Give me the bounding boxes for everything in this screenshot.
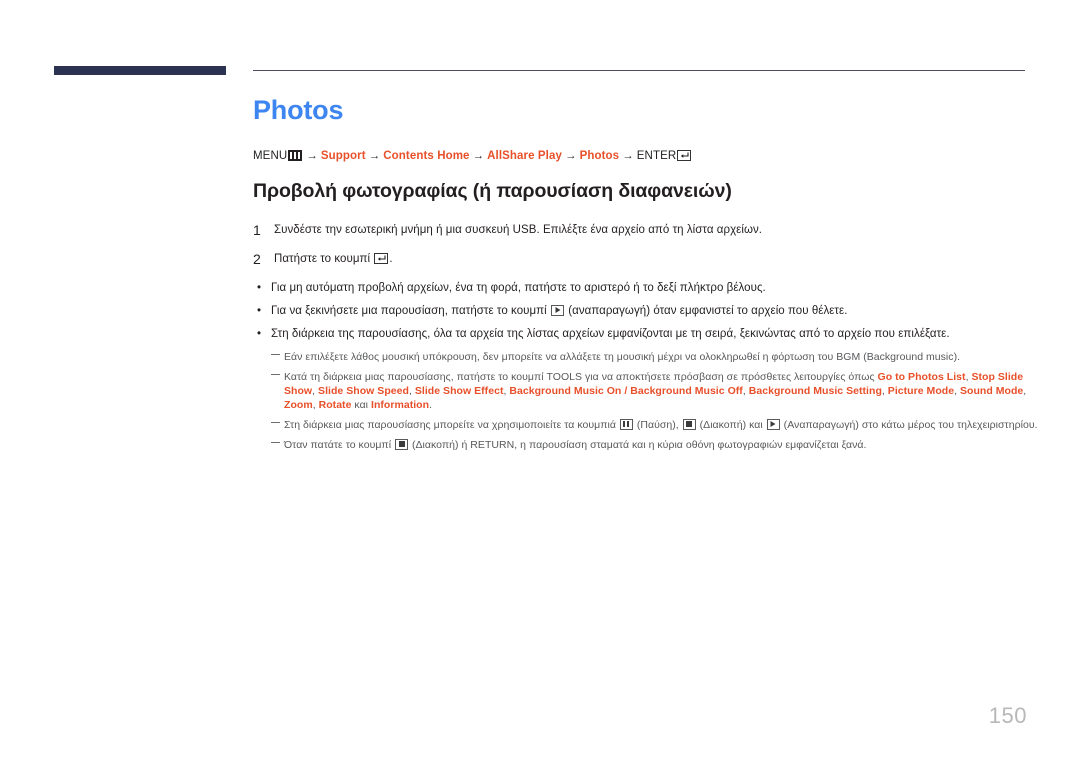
tools-option-information[interactable]: Information bbox=[371, 399, 429, 411]
tools-option-go-to-photos-list[interactable]: Go to Photos List bbox=[878, 371, 966, 383]
header-accent-bar bbox=[54, 66, 226, 75]
step-text-before: Πατήστε το κουμπί bbox=[274, 252, 374, 265]
tools-option-slide-show-speed[interactable]: Slide Show Speed bbox=[318, 385, 409, 397]
menu-path-enter-label: ENTER bbox=[636, 149, 677, 162]
menu-path-arrow-2: → bbox=[368, 149, 381, 162]
bullet-list: • Για μη αυτόματη προβολή αρχείων, ένα τ… bbox=[253, 281, 1043, 342]
tools-option-zoom[interactable]: Zoom bbox=[284, 399, 313, 411]
pause-icon bbox=[619, 418, 633, 430]
page-content: Photos MENU → Support → Contents Home → AllSha… bbox=[253, 95, 1043, 458]
stop-icon bbox=[395, 438, 409, 450]
stop-icon bbox=[682, 418, 696, 430]
header-rule-line bbox=[253, 70, 1025, 71]
page-title: Photos bbox=[253, 95, 344, 125]
menu-path-item-photos[interactable]: Photos bbox=[580, 150, 620, 162]
bullet-text-after: (αναπαραγωγή) όταν εμφανιστεί το αρχείο … bbox=[565, 304, 848, 317]
menu-path-arrow-1: → bbox=[306, 149, 318, 162]
step-text: Συνδέστε την εσωτερική μνήμη ή μια συσκε… bbox=[274, 223, 763, 236]
step-text-after: . bbox=[389, 252, 393, 265]
enter-return-icon bbox=[677, 149, 692, 161]
tools-option-sound-mode[interactable]: Sound Mode bbox=[960, 385, 1023, 397]
menu-path-menu-label: MENU bbox=[253, 149, 288, 162]
tools-option-slide-show-effect[interactable]: Slide Show Effect bbox=[415, 385, 504, 397]
notes-list: Εάν επιλέξετε λάθος μουσική υπόκρουση, δ… bbox=[271, 350, 1043, 452]
bullet-text-before: Για να ξεκινήσετε μια παρουσίαση, πατήστ… bbox=[271, 304, 550, 317]
document-page: Photos MENU → Support → Contents Home → AllSha… bbox=[0, 0, 1080, 763]
bullet-text: Για μη αυτόματη προβολή αρχείων, ένα τη … bbox=[271, 281, 766, 294]
steps-list: 1 Συνδέστε την εσωτερική μνήμη ή μια συσ… bbox=[253, 221, 1043, 267]
note-stop-label: (Διακοπή) και bbox=[696, 418, 766, 431]
step-text: Πατήστε το κουμπί . bbox=[274, 252, 393, 267]
tools-option-rotate[interactable]: Rotate bbox=[319, 399, 352, 411]
tools-option-background-music-on-off[interactable]: Background Music On / Background Music O… bbox=[509, 385, 742, 397]
enter-return-icon bbox=[374, 252, 389, 264]
note-text-after: (Διακοπή) ή RETURN, η παρουσίαση σταματά… bbox=[409, 438, 867, 451]
menu-path-item-support[interactable]: Support bbox=[321, 150, 366, 162]
step-number: 1 bbox=[253, 221, 261, 238]
note-conjunction: και bbox=[354, 398, 369, 411]
note-text: Εάν επιλέξετε λάθος μουσική υπόκρουση, δ… bbox=[284, 350, 961, 363]
tools-option-picture-mode[interactable]: Picture Mode bbox=[888, 385, 954, 397]
bullet-marker: • bbox=[257, 327, 262, 340]
bullet-item: • Στη διάρκεια της παρουσίασης, όλα τα α… bbox=[253, 327, 1043, 342]
step-item: 2 Πατήστε το κουμπί . bbox=[253, 250, 1043, 267]
note-item-tools: Κατά τη διάρκεια μιας παρουσίασης, πατήσ… bbox=[271, 370, 1043, 412]
bullet-text: Στη διάρκεια της παρουσίασης, όλα τα αρχ… bbox=[271, 327, 950, 340]
note-intro: Κατά τη διάρκεια μιας παρουσίασης, πατήσ… bbox=[284, 370, 878, 383]
menu-path-arrow-3: → bbox=[472, 149, 485, 162]
bullet-item: • Για να ξεκινήσετε μια παρουσίαση, πατή… bbox=[253, 304, 1043, 319]
play-icon bbox=[766, 418, 780, 430]
note-text: Κατά τη διάρκεια μιας παρουσίασης, πατήσ… bbox=[284, 370, 1027, 411]
note-text-before: Στη διάρκεια μιας παρουσίασης μπορείτε ν… bbox=[284, 418, 619, 431]
step-item: 1 Συνδέστε την εσωτερική μνήμη ή μια συσ… bbox=[253, 221, 1043, 238]
note-outro: . bbox=[429, 398, 433, 411]
bullet-text: Για να ξεκινήσετε μια παρουσίαση, πατήστ… bbox=[271, 304, 847, 319]
play-icon bbox=[551, 304, 564, 316]
menu-path-item-contents-home[interactable]: Contents Home bbox=[383, 150, 469, 162]
bullet-item: • Για μη αυτόματη προβολή αρχείων, ένα τ… bbox=[253, 281, 1043, 296]
note-play-label: (Αναπαραγωγή) στο κάτω μέρος του τηλεχει… bbox=[780, 418, 1038, 431]
bullet-marker: • bbox=[257, 281, 262, 294]
menu-path-item-allshare-play[interactable]: AllShare Play bbox=[487, 150, 562, 162]
menu-grid-icon bbox=[288, 149, 303, 161]
note-item-return: Όταν πατάτε το κουμπί (Διακοπή) ή RETURN… bbox=[271, 438, 1043, 452]
page-number: 150 bbox=[988, 703, 1027, 728]
note-item-bgm: Εάν επιλέξετε λάθος μουσική υπόκρουση, δ… bbox=[271, 350, 1043, 364]
note-text: Στη διάρκεια μιας παρουσίασης μπορείτε ν… bbox=[284, 418, 1038, 432]
bullet-marker: • bbox=[257, 304, 262, 317]
menu-path-breadcrumb: MENU → Support → Contents Home → AllShare Play… bbox=[253, 149, 1043, 162]
section-heading: Προβολή φωτογραφίας (ή παρουσίαση διαφαν… bbox=[253, 179, 732, 202]
menu-path-arrow-4: → bbox=[564, 149, 577, 162]
note-text-before: Όταν πατάτε το κουμπί bbox=[284, 438, 395, 451]
tools-option-background-music-setting[interactable]: Background Music Setting bbox=[749, 385, 882, 397]
note-item-transport: Στη διάρκεια μιας παρουσίασης μπορείτε ν… bbox=[271, 418, 1043, 432]
note-text: Όταν πατάτε το κουμπί (Διακοπή) ή RETURN… bbox=[284, 438, 866, 452]
note-pause-label: (Παύση), bbox=[633, 418, 682, 431]
menu-path-arrow-5: → bbox=[622, 149, 634, 162]
step-number: 2 bbox=[253, 250, 261, 267]
